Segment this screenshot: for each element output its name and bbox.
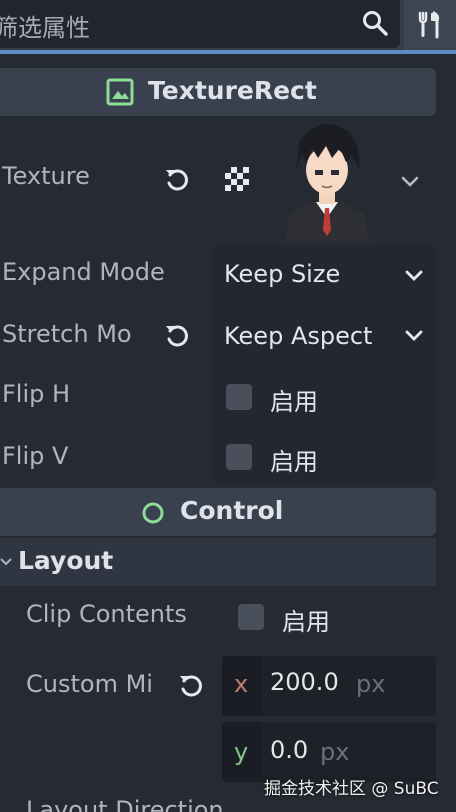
stretch-mode-value: Keep Aspect — [224, 322, 373, 350]
layout-subsection-header[interactable]: Layout — [0, 538, 436, 586]
layout-title: Layout — [18, 546, 114, 575]
checkbox-box — [238, 604, 264, 630]
expand-mode-value: Keep Size — [224, 260, 341, 288]
flip-h-checkbox[interactable]: 启用 — [224, 382, 344, 416]
flip-v-label: Flip V — [2, 442, 69, 470]
flip-h-enable-label: 启用 — [270, 388, 318, 416]
texture-dropdown-chevron-icon[interactable] — [396, 168, 424, 196]
flip-h-label: Flip H — [2, 380, 71, 408]
x-axis-label: x — [234, 670, 249, 698]
filter-properties-input[interactable]: 筛选属性 — [0, 0, 400, 48]
revert-icon[interactable] — [162, 164, 192, 194]
texture-rect-title: TextureRect — [148, 76, 317, 105]
tools-icon — [415, 10, 445, 40]
flip-v-checkbox[interactable]: 启用 — [224, 442, 344, 476]
custom-min-size-label: Custom Mi — [26, 670, 153, 698]
custom-min-y-field[interactable]: y 0.0 px — [222, 722, 436, 782]
filter-bar: 筛选属性 — [0, 0, 456, 52]
x-unit-label: px — [356, 670, 386, 698]
filter-placeholder: 筛选属性 — [0, 14, 90, 42]
control-section-header[interactable]: Control — [0, 488, 436, 536]
layout-direction-label: Layout Direction — [26, 796, 224, 812]
object-tools-button[interactable] — [404, 0, 456, 50]
texture-preview-image[interactable] — [270, 118, 384, 242]
checkbox-box — [226, 444, 252, 470]
clip-contents-label: Clip Contents — [26, 600, 187, 628]
revert-icon[interactable] — [176, 670, 206, 700]
custom-min-y-value: 0.0 — [270, 736, 309, 764]
collapse-arrow-icon — [0, 552, 12, 572]
clip-contents-checkbox[interactable]: 启用 — [236, 602, 356, 636]
custom-min-x-field[interactable]: x 200.0 px — [222, 656, 436, 716]
chevron-down-icon — [400, 322, 428, 350]
stretch-mode-dropdown[interactable]: Keep Aspect — [214, 312, 436, 362]
expand-mode-dropdown[interactable]: Keep Size — [214, 250, 436, 300]
texture-rect-icon — [106, 78, 134, 106]
checkerboard-icon — [222, 164, 252, 194]
checkbox-box — [226, 384, 252, 410]
texture-label: Texture — [2, 162, 90, 190]
y-axis-label: y — [234, 738, 249, 766]
flip-v-enable-label: 启用 — [270, 448, 318, 476]
revert-icon[interactable] — [162, 320, 192, 350]
stretch-mode-label: Stretch Mo — [2, 320, 132, 348]
texture-rect-section-header[interactable]: TextureRect — [0, 68, 436, 116]
expand-mode-label: Expand Mode — [2, 258, 165, 286]
watermark-text: 掘金技术社区 @ SuBC — [264, 779, 439, 799]
control-icon — [140, 500, 166, 526]
search-icon[interactable] — [358, 6, 392, 40]
clip-contents-enable-label: 启用 — [282, 608, 330, 636]
y-unit-label: px — [320, 738, 350, 766]
custom-min-x-value: 200.0 — [270, 668, 339, 696]
control-title: Control — [180, 496, 284, 525]
chevron-down-icon — [400, 262, 428, 290]
